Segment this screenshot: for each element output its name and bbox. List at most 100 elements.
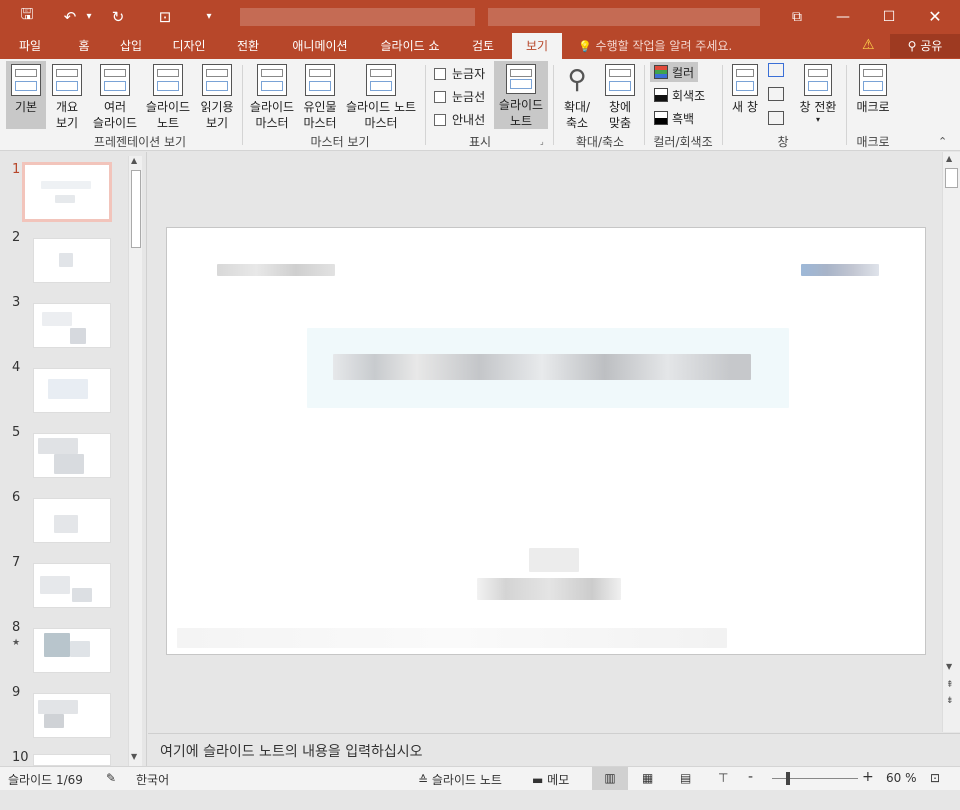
new-window-button[interactable]: 새 창 (727, 61, 763, 131)
ruler-checkbox[interactable]: 눈금자 (434, 65, 485, 82)
scrollbar-thumb[interactable] (131, 170, 141, 248)
slide-preview[interactable] (33, 754, 111, 766)
save-icon[interactable]: 🖫 (12, 0, 42, 33)
move-split-icon[interactable] (768, 111, 784, 125)
slide-thumbnail[interactable]: 3 (0, 295, 128, 355)
tab-view[interactable]: 보기 (512, 33, 562, 59)
slide-master-button[interactable]: 슬라이드 마스터 (246, 61, 298, 131)
share-button[interactable]: ⚲ 공유 (890, 34, 960, 58)
scroll-down-icon[interactable]: ▼ (131, 752, 137, 761)
customize-toolbar-icon[interactable]: ▾ (198, 0, 220, 33)
outline-view-button[interactable]: 개요 보기 (48, 61, 86, 131)
sorter-view-status-icon[interactable]: ▦ (642, 771, 653, 785)
notes-status-button[interactable]: ≙ 슬라이드 노트 (418, 771, 502, 788)
zoom-in-button[interactable]: + (862, 769, 874, 785)
language[interactable]: 한국어 (136, 771, 169, 788)
fit-to-window-button[interactable]: 창에 맞춤 (600, 61, 640, 131)
zoom-slider[interactable] (772, 778, 858, 779)
slide-sorter-button[interactable]: 여러 슬라이드 (88, 61, 142, 131)
arrange-all-icon[interactable] (768, 63, 784, 77)
zoom-out-button[interactable]: - (748, 769, 753, 785)
spellcheck-icon[interactable]: ✎ (106, 771, 116, 785)
close-button[interactable]: ✕ (912, 0, 958, 33)
slide-preview[interactable] (33, 498, 111, 543)
collapse-ribbon-icon[interactable]: ⌃ (938, 135, 947, 148)
reading-view-button[interactable]: 읽기용 보기 (196, 61, 238, 131)
slide-preview[interactable] (33, 433, 111, 478)
guides-checkbox[interactable]: 안내선 (434, 111, 485, 128)
slide-thumbnail[interactable]: 2 (0, 230, 128, 290)
scroll-up-icon[interactable]: ▲ (131, 156, 137, 165)
scrollbar-thumb[interactable] (945, 168, 958, 188)
slide-thumbnail[interactable]: 6 (0, 490, 128, 550)
slide-scrollbar[interactable]: ▲ ▼ ⇞ ⇟ (942, 152, 960, 732)
notes-pane[interactable]: 여기에 슬라이드 노트의 내용을 입력하십시오 (148, 733, 960, 766)
slideshow-status-icon[interactable]: ⊤ (718, 771, 728, 785)
slide-thumbnail[interactable]: 7 (0, 555, 128, 615)
tab-home[interactable]: 홈 (64, 33, 104, 59)
black-white-button[interactable]: 흑백 (650, 108, 698, 128)
tab-file[interactable]: 파일 (4, 33, 56, 59)
notesmaster-label-1: 슬라이드 노트 (345, 100, 417, 114)
zoom-slider-knob[interactable] (786, 772, 790, 785)
tab-slideshow[interactable]: 슬라이드 쇼 (370, 33, 450, 59)
comments-button[interactable]: ▬ 메모 (532, 771, 569, 788)
tab-animations[interactable]: 애니메이션 (280, 33, 360, 59)
tab-insert[interactable]: 삽입 (108, 33, 154, 59)
ruler-check-box[interactable] (434, 67, 446, 80)
slide-preview[interactable] (22, 162, 112, 222)
dialog-launcher-icon[interactable]: ⌟ (540, 137, 544, 146)
slide-thumbnail[interactable]: 8 ★ (0, 620, 128, 680)
notes-toggle-button[interactable]: 슬라이드 노트 (494, 61, 548, 129)
macros-button[interactable]: 매크로 (851, 61, 895, 131)
slide-thumbnail[interactable]: 9 (0, 685, 128, 745)
slide-preview[interactable] (33, 693, 111, 738)
previous-slide-icon[interactable]: ⇞ (946, 680, 954, 690)
warning-icon[interactable]: ⚠ (862, 37, 875, 53)
reading-label-2: 보기 (205, 116, 229, 130)
next-slide-icon[interactable]: ⇟ (946, 696, 954, 706)
slide-preview[interactable] (33, 628, 111, 673)
slide-thumbnail[interactable]: 1 (0, 162, 128, 222)
thumbnail-scrollbar[interactable]: ▲ ▼ (128, 156, 142, 766)
maximize-button[interactable]: ☐ (866, 0, 912, 33)
slide-preview[interactable] (33, 368, 111, 413)
grayscale-button[interactable]: 회색조 (650, 85, 709, 105)
scroll-up-icon[interactable]: ▲ (946, 154, 952, 163)
gridlines-checkbox[interactable]: 눈금선 (434, 88, 485, 105)
tab-transitions[interactable]: 전환 (226, 33, 270, 59)
slide-preview[interactable] (33, 303, 111, 348)
cascade-icon[interactable] (768, 87, 784, 101)
notesmaster-label-2: 마스터 (364, 116, 398, 130)
slide-canvas[interactable] (166, 227, 926, 655)
slide-preview[interactable] (33, 238, 111, 283)
color-button[interactable]: 컬러 (650, 62, 699, 82)
normal-view-button[interactable]: 기본 (6, 61, 46, 129)
notes-page-button[interactable]: 슬라이드 노트 (142, 61, 194, 131)
notes-master-button[interactable]: 슬라이드 노트 마스터 (342, 61, 420, 131)
undo-icon[interactable]: ↶ (58, 0, 82, 33)
zoom-button[interactable]: ⚲ 확대/ 축소 (557, 61, 597, 131)
guides-check-box[interactable] (434, 113, 446, 126)
reading-view-status-icon[interactable]: ▤ (680, 771, 691, 785)
fit-slide-icon[interactable]: ⊡ (930, 771, 940, 785)
notes-placeholder[interactable]: 여기에 슬라이드 노트의 내용을 입력하십시오 (160, 741, 423, 761)
slide-preview[interactable] (33, 563, 111, 608)
normal-view-status-icon[interactable]: ▥ (592, 767, 628, 790)
redo-icon[interactable]: ↻ (104, 0, 132, 33)
slide-thumbnail[interactable]: 4 (0, 360, 128, 420)
start-slideshow-icon[interactable]: ⊡ (150, 0, 180, 33)
zoom-level[interactable]: 60 % (886, 771, 917, 785)
tab-design[interactable]: 디자인 (162, 33, 216, 59)
scroll-down-icon[interactable]: ▼ (946, 662, 952, 671)
undo-dropdown-icon[interactable]: ▾ (82, 0, 96, 33)
minimize-button[interactable]: — (820, 0, 866, 33)
ribbon-display-icon[interactable]: ⧉ (774, 0, 820, 33)
gridlines-check-box[interactable] (434, 90, 446, 103)
handout-master-button[interactable]: 유인물 마스터 (300, 61, 340, 131)
tab-review[interactable]: 검토 (462, 33, 504, 59)
slide-thumbnail[interactable]: 5 (0, 425, 128, 485)
slide-count[interactable]: 슬라이드 1/69 (8, 771, 83, 788)
tell-me-box[interactable]: 💡 수행할 작업을 알려 주세요. (578, 33, 732, 59)
switch-windows-button[interactable]: 창 전환 ▾ (794, 61, 842, 131)
